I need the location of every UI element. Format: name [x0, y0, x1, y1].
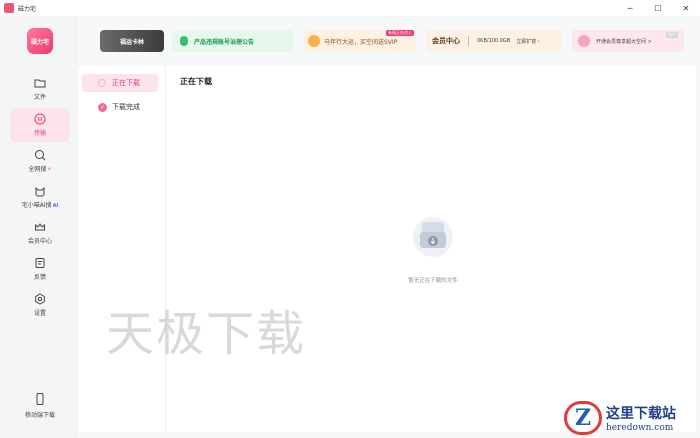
- minimize-button[interactable]: ─: [616, 0, 644, 16]
- notice-icon: [180, 36, 188, 46]
- sidebar-item-label: 反馈: [33, 274, 46, 281]
- sidebar-item-label: 全网搜⚡: [28, 164, 51, 173]
- phone-icon: [36, 393, 44, 405]
- sidebar-item-text: 全网搜: [28, 166, 47, 173]
- site-name-en: heredown.com: [606, 423, 674, 433]
- sidebar-item-settings[interactable]: 设置: [10, 288, 70, 322]
- site-logo-icon: Z: [564, 401, 602, 435]
- promo-tag: 限时: [666, 32, 678, 38]
- pause-circle-icon: [34, 113, 46, 125]
- tab-completed[interactable]: ✓ 下载完成: [82, 98, 158, 116]
- maximize-button[interactable]: ☐: [644, 0, 672, 16]
- app-window: 磁力宅 ─ ☐ ✕ 磁力宅 文件 传输 全网搜⚡ 宅小喵AI搜AI 会员中心 反…: [0, 0, 700, 438]
- title-bar: 磁力宅 ─ ☐ ✕: [0, 0, 700, 16]
- watermark-text: 天极下载: [106, 306, 307, 362]
- sidebar-item-files[interactable]: 文件: [10, 72, 70, 106]
- app-logo: 磁力宅: [27, 28, 53, 54]
- page-title: 正在下载: [180, 77, 212, 86]
- banner-bar: 福运卡林 产品违规账号治理公告 马年行大运，买空间送SVIP 有福正在进入 会员…: [78, 16, 700, 66]
- folder-icon: [34, 79, 46, 88]
- ai-badge: AI: [52, 203, 59, 209]
- tab-label: 下载完成: [112, 103, 140, 111]
- transfer-subnav: 正在下载 ✓ 下载完成: [78, 66, 166, 432]
- window-title: 磁力宅: [18, 5, 37, 13]
- sidebar-item-ai-search[interactable]: 宅小喵AI搜AI: [10, 180, 70, 214]
- vip-promo-banner[interactable]: 马年行大运，买空间送SVIP 有福正在进入: [304, 30, 416, 52]
- site-name-cn: 这里下载站: [606, 406, 676, 422]
- gear-icon: [35, 293, 45, 305]
- bolt-icon: ⚡: [47, 166, 52, 173]
- banner-text: 开通会员尊享超大空间 >: [596, 38, 652, 45]
- mascot-icon: [308, 35, 320, 47]
- empty-state-text: 暂无正在下载的文件: [408, 278, 458, 284]
- lucky-card-banner[interactable]: 福运卡林: [100, 30, 164, 52]
- site-watermark-logo: Z 这里下载站 heredown.com: [564, 398, 700, 438]
- window-controls: ─ ☐ ✕: [616, 0, 700, 16]
- expand-storage-link[interactable]: 立即扩容 ›: [516, 38, 540, 45]
- sidebar-item-mobile-download[interactable]: 移动端下载: [10, 388, 70, 422]
- sidebar-item-label: 文件: [33, 94, 46, 101]
- sidebar-item-label: 移动端下载: [24, 412, 55, 419]
- sidebar-item-label: 传输: [33, 130, 46, 137]
- loading-icon: [98, 79, 106, 87]
- membership-promo-banner[interactable]: 开通会员尊享超大空间 > 限时: [572, 30, 684, 52]
- sidebar-item-search[interactable]: 全网搜⚡: [10, 144, 70, 178]
- banner-text: 产品违规账号治理公告: [194, 38, 255, 46]
- feedback-icon: [35, 258, 45, 268]
- close-button[interactable]: ✕: [672, 0, 700, 16]
- promo-tag: 有福正在进入: [386, 30, 414, 36]
- cat-icon: [35, 186, 45, 197]
- site-logo-texts: 这里下载站 heredown.com: [606, 403, 676, 433]
- storage-usage: 0KB/100.0GB: [477, 38, 511, 44]
- member-title: 会员中心: [432, 37, 460, 45]
- banner-text: 马年行大运，买空间送SVIP: [324, 38, 398, 46]
- sidebar-item-label: 设置: [33, 310, 46, 317]
- avatar-icon: [578, 35, 590, 47]
- sidebar-item-feedback[interactable]: 反馈: [10, 252, 70, 286]
- divider: [468, 36, 469, 46]
- sidebar-item-label: 会员中心: [27, 238, 52, 245]
- check-icon: ✓: [98, 102, 107, 112]
- banner-text: 福运卡林: [119, 38, 144, 46]
- sidebar-item-transfer[interactable]: 传输: [10, 108, 70, 142]
- search-icon: [35, 150, 46, 161]
- transfer-panel: 正在下载 ✓ 下载完成 正在下载 暂无正在下载的文件: [78, 66, 696, 432]
- crown-icon: [35, 223, 45, 231]
- notice-banner[interactable]: 产品违规账号治理公告: [172, 30, 294, 52]
- sidebar-item-member[interactable]: 会员中心: [10, 216, 70, 250]
- member-center-banner[interactable]: 会员中心 0KB/100.0GB 立即扩容 ›: [426, 30, 562, 52]
- tab-label: 正在下载: [112, 79, 140, 87]
- sidebar: 磁力宅 文件 传输 全网搜⚡ 宅小喵AI搜AI 会员中心 反馈 设置 移动端下载: [0, 16, 78, 438]
- sidebar-item-text: 宅小喵AI搜: [21, 202, 52, 209]
- tab-downloading[interactable]: 正在下载: [82, 74, 158, 92]
- sidebar-item-label: 宅小喵AI搜AI: [22, 200, 59, 209]
- app-icon: [4, 3, 14, 13]
- empty-inbox-icon: [413, 217, 453, 257]
